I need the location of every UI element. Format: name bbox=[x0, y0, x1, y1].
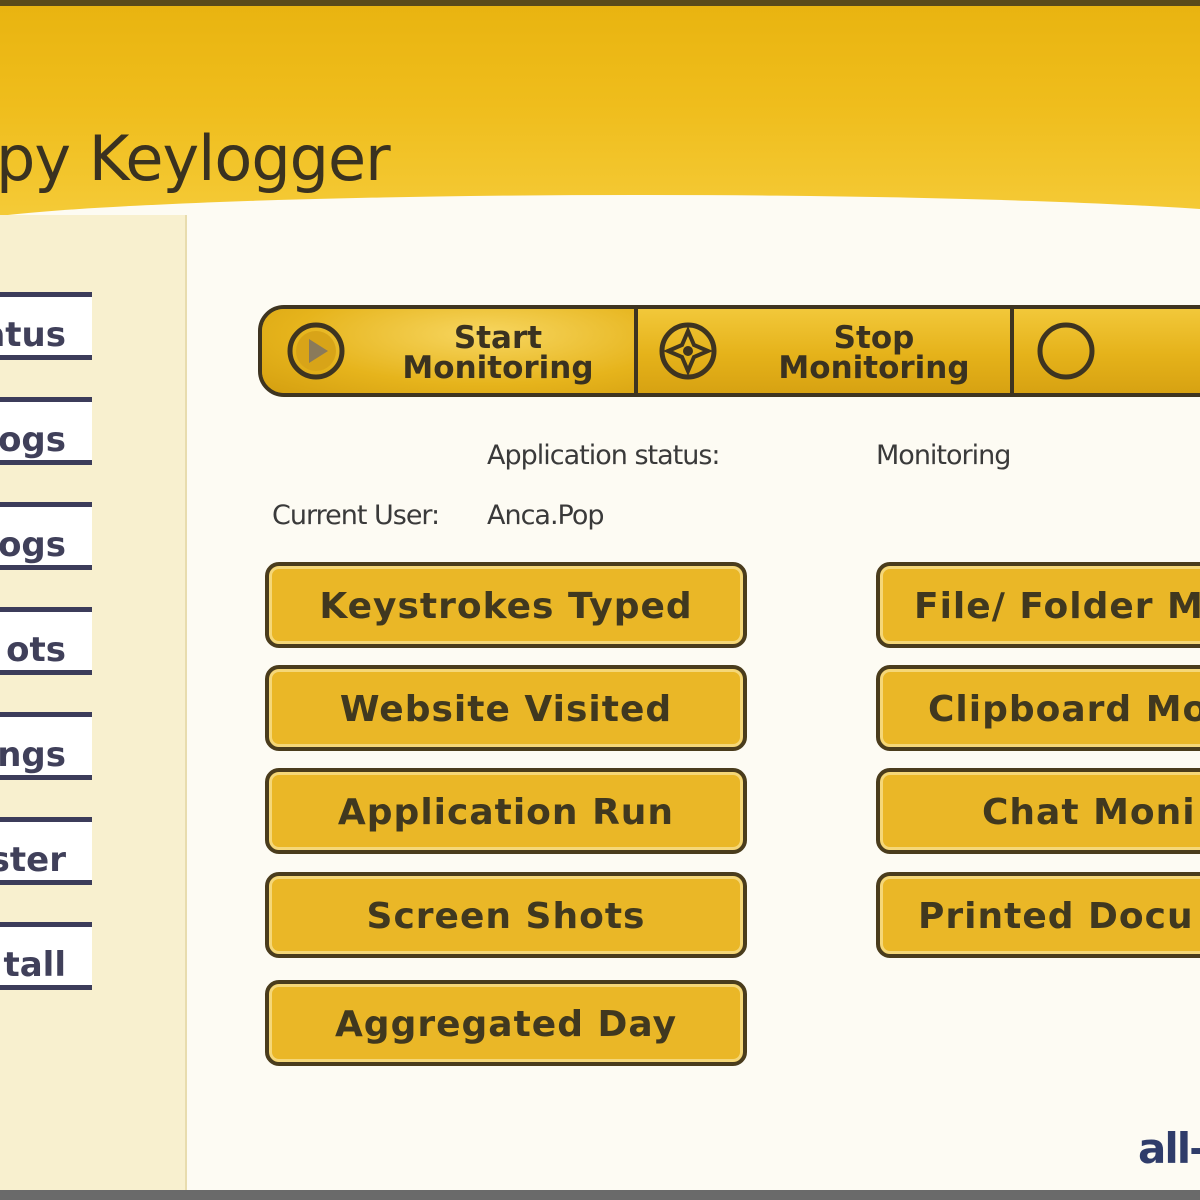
sidebar-item-label: ogs bbox=[0, 525, 66, 565]
button-label: Printed Docu bbox=[918, 896, 1194, 937]
sidebar-item-status[interactable]: atus bbox=[0, 292, 92, 360]
sidebar-item-register[interactable]: ster bbox=[0, 817, 92, 885]
app-window: py Keylogger atus ogs ogs ots ngs ster t… bbox=[0, 0, 1200, 1200]
app-status-value: Monitoring bbox=[876, 440, 1011, 471]
stop-icon bbox=[659, 322, 717, 380]
file-folder-monitor-button[interactable]: File/ Folder Mo bbox=[876, 562, 1200, 648]
current-user-label: Current User: bbox=[272, 500, 440, 531]
sidebar-item-label: ogs bbox=[0, 420, 66, 460]
sidebar-item-logs-1[interactable]: ogs bbox=[0, 397, 92, 465]
button-label: Aggregated Day bbox=[334, 1004, 678, 1045]
start-monitoring-label: Start Monitoring bbox=[402, 320, 594, 386]
sidebar-item-settings[interactable]: ngs bbox=[0, 712, 92, 780]
play-icon bbox=[287, 322, 345, 380]
sidebar-item-screenshots[interactable]: ots bbox=[0, 607, 92, 675]
third-toolbar-button[interactable] bbox=[1014, 309, 1200, 393]
sidebar-item-label: tall bbox=[3, 945, 66, 985]
current-user-value: Anca.Pop bbox=[487, 500, 605, 531]
application-run-button[interactable]: Application Run bbox=[265, 768, 747, 854]
app-title: py Keylogger bbox=[0, 122, 391, 195]
clipboard-monitor-button[interactable]: Clipboard Mo bbox=[876, 665, 1200, 751]
screen-shots-button[interactable]: Screen Shots bbox=[265, 872, 747, 958]
stop-monitoring-label: Stop Monitoring bbox=[778, 320, 970, 386]
monitoring-toolbar: Start Monitoring Stop Monitoring bbox=[258, 305, 1200, 397]
button-label: Keystrokes Typed bbox=[319, 586, 693, 627]
sidebar-item-logs-2[interactable]: ogs bbox=[0, 502, 92, 570]
button-label: Website Visited bbox=[339, 689, 673, 730]
sidebar-item-uninstall[interactable]: tall bbox=[0, 922, 92, 990]
watermark-logo: all- bbox=[1138, 1124, 1200, 1173]
button-label: Clipboard Mo bbox=[928, 689, 1200, 730]
button-label: Application Run bbox=[337, 792, 675, 833]
stop-monitoring-button[interactable]: Stop Monitoring bbox=[638, 309, 1010, 393]
window-bottom-border bbox=[0, 1190, 1200, 1200]
sidebar-item-label: ster bbox=[0, 840, 66, 880]
chat-monitor-button[interactable]: Chat Moni bbox=[876, 768, 1200, 854]
start-monitoring-button[interactable]: Start Monitoring bbox=[262, 309, 634, 393]
website-visited-button[interactable]: Website Visited bbox=[265, 665, 747, 751]
sidebar: atus ogs ogs ots ngs ster tall bbox=[0, 215, 187, 1200]
printed-documents-button[interactable]: Printed Docu bbox=[876, 872, 1200, 958]
button-label: File/ Folder Mo bbox=[914, 586, 1200, 627]
keystrokes-typed-button[interactable]: Keystrokes Typed bbox=[265, 562, 747, 648]
circle-icon bbox=[1037, 322, 1095, 380]
button-label: Chat Moni bbox=[982, 792, 1196, 833]
header-banner: py Keylogger bbox=[0, 0, 1200, 225]
aggregated-day-button[interactable]: Aggregated Day bbox=[265, 980, 747, 1066]
app-status-label: Application status: bbox=[487, 440, 721, 471]
button-label: Screen Shots bbox=[366, 896, 646, 937]
sidebar-item-label: atus bbox=[0, 315, 66, 355]
sidebar-item-label: ots bbox=[6, 630, 66, 670]
sidebar-item-label: ngs bbox=[0, 735, 66, 775]
